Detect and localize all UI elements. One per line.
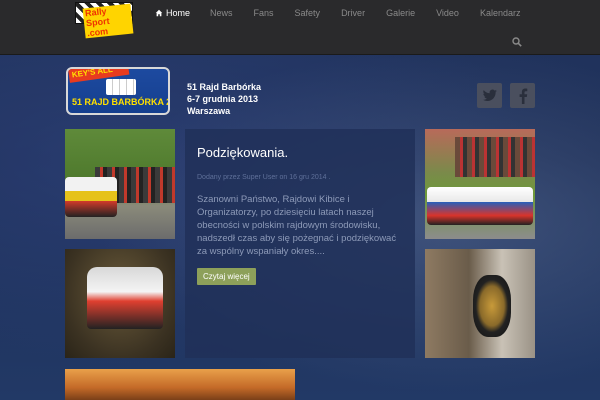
nav-item-news[interactable]: News (210, 8, 233, 18)
facebook-button[interactable] (510, 83, 535, 108)
nav-item-label: Driver (341, 8, 366, 18)
nav-item-home[interactable]: Home (155, 8, 190, 18)
sunset-photo[interactable] (65, 369, 295, 400)
spectators (455, 137, 535, 177)
nav-item-label: Home (166, 8, 191, 18)
nav-item-label: Galerie (386, 8, 416, 18)
site-logo[interactable]: Rally Sport .com (75, 2, 134, 39)
nav-item-video[interactable]: Video (436, 8, 459, 18)
nav-item-label: Fans (253, 8, 274, 18)
nav-item-label: Safety (294, 8, 321, 18)
nav-item-label: News (210, 8, 233, 18)
rally-photo-ford[interactable] (65, 249, 175, 358)
event-logo-name: 51 RAJD BARBÓRKA 2013 (72, 97, 168, 107)
search-icon[interactable] (512, 37, 522, 47)
nav-item-fans[interactable]: Fans (254, 8, 274, 18)
nav-item-kalendarz[interactable]: Kalendarz (480, 8, 521, 18)
main-nav: Home News Fans Safety Driver Galerie Vid… (155, 8, 520, 18)
twitter-button[interactable] (477, 83, 502, 108)
rally-photo-wheel[interactable] (425, 249, 535, 358)
nav-item-safety[interactable]: Safety (295, 8, 321, 18)
event-location: Warszawa (187, 106, 231, 116)
car-wheel (473, 275, 511, 337)
nav-item-label: Video (436, 8, 459, 18)
event-dates: 6-7 grudnia 2013 (187, 94, 259, 104)
read-more-button[interactable]: Czytaj więcej (197, 268, 256, 285)
nav-item-driver[interactable]: Driver (341, 8, 365, 18)
rally-car (65, 177, 117, 217)
twitter-icon (482, 89, 497, 101)
cards-graphic (106, 79, 136, 95)
facebook-icon (519, 88, 527, 104)
rally-car (87, 267, 163, 329)
event-info: 51 Rajd Barbórka 6-7 grudnia 2013 Warsza… (187, 81, 261, 117)
event-name: 51 Rajd Barbórka (187, 82, 262, 92)
article-title[interactable]: Podziękowania. (197, 145, 403, 160)
rally-photo-blue-car[interactable] (425, 129, 535, 239)
article-excerpt: Szanowni Państwo, Rajdowi Kibice i Organ… (197, 194, 397, 257)
nav-item-galerie[interactable]: Galerie (386, 8, 415, 18)
site-logo-text: Rally Sport .com (82, 3, 134, 39)
home-icon (155, 9, 163, 17)
top-navigation-bar: Rally Sport .com Home News Fans Safety D… (0, 0, 600, 55)
event-logo[interactable]: KEY'S ALL 51 RAJD BARBÓRKA 2013 (66, 67, 170, 115)
article-meta: Dodany przez Super User on 16 gru 2014 . (197, 174, 331, 181)
rally-photo-car-crowd[interactable] (65, 129, 175, 239)
nav-item-label: Kalendarz (479, 8, 521, 18)
article-card: Podziękowania. Dodany przez Super User o… (185, 129, 415, 358)
rally-car (427, 187, 533, 225)
